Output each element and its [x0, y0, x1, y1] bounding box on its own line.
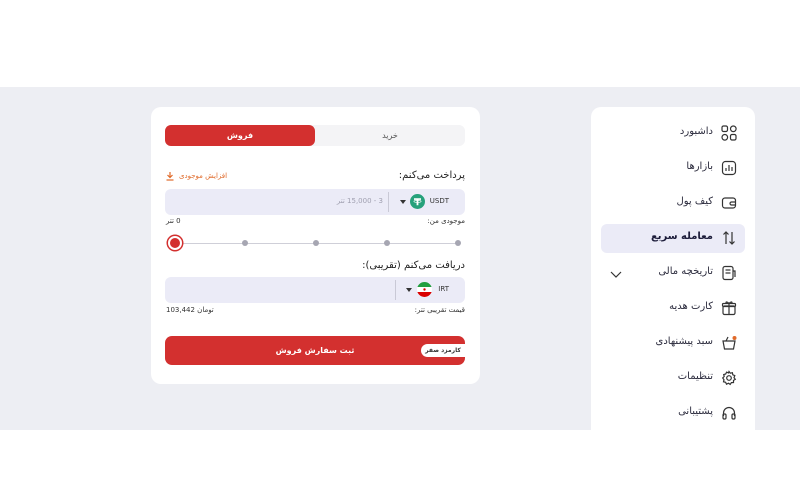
quick-trade-card: فروش خرید پرداخت می‌کنم: افزایش موجودی 3… [151, 107, 480, 384]
wallet-icon [721, 197, 737, 209]
receive-currency-code[interactable]: IRT [438, 285, 449, 293]
sidebar-item-wallet[interactable]: کیف پول [601, 189, 745, 218]
caret-down-icon[interactable] [400, 200, 406, 204]
trade-tabs: فروش خرید [165, 125, 465, 146]
grid-icon [721, 125, 737, 141]
gear-icon [721, 370, 737, 386]
field-divider [395, 280, 396, 300]
sidebar-item-label: معامله سریع [650, 231, 713, 242]
balance-value: 0 تتر [166, 217, 181, 225]
add-balance-link[interactable]: افزایش موجودی [179, 172, 227, 180]
slider-step[interactable] [313, 240, 319, 246]
download-icon[interactable] [165, 171, 175, 181]
sidebar-item-financial-history[interactable]: تاریخچه مالی [601, 259, 745, 288]
sidebar-item-label: تنظیمات [677, 371, 713, 382]
pay-title: پرداخت می‌کنم: [398, 170, 465, 181]
receive-amount-field[interactable]: IRT [165, 277, 465, 303]
sidebar-item-gift-card[interactable]: کارت هدیه [601, 294, 745, 323]
history-icon [722, 265, 736, 281]
caret-down-icon[interactable] [406, 288, 412, 292]
page-bottom [0, 430, 800, 500]
price-value: 103,442 تومان [166, 306, 214, 314]
sidebar-item-label: داشبورد [679, 126, 713, 137]
sidebar-item-suggested-basket[interactable]: سبد پیشنهادی [601, 329, 745, 358]
sidebar-item-label: بازارها [686, 161, 713, 172]
balance-label: موجودی من: [427, 217, 465, 225]
tab-sell[interactable]: فروش [165, 125, 315, 146]
headset-icon [722, 406, 736, 420]
sidebar-item-label: سبد پیشنهادی [655, 336, 714, 347]
pay-amount-placeholder: 3 - 15,000 تتر [336, 197, 383, 205]
sidebar: داشبورد بازارها کیف پول معامله سریع تاری… [591, 107, 755, 430]
slider-step[interactable] [455, 240, 461, 246]
gift-icon [721, 301, 737, 316]
sidebar-item-label: کارت هدیه [669, 301, 713, 312]
tab-buy[interactable]: خرید [315, 125, 465, 146]
top-header [0, 0, 800, 87]
sidebar-item-label: تاریخچه مالی [658, 266, 713, 277]
slider-step[interactable] [242, 240, 248, 246]
chevron-down-icon[interactable] [609, 267, 623, 281]
sidebar-item-label: کیف پول [676, 196, 713, 207]
swap-icon [723, 231, 735, 245]
chart-icon [721, 160, 737, 176]
slider-step[interactable] [384, 240, 390, 246]
pay-currency-code[interactable]: USDT [430, 197, 449, 205]
submit-sell-order-button[interactable]: ثبت سفارش فروش کارمزد صفر [165, 336, 465, 365]
sidebar-item-markets[interactable]: بازارها [601, 154, 745, 183]
price-label: قیمت تقریبی تتر: [414, 306, 465, 314]
field-divider [388, 192, 389, 212]
iran-flag-icon [417, 282, 432, 297]
pay-amount-field[interactable]: 3 - 15,000 تتر USDT [165, 189, 465, 215]
sidebar-item-settings[interactable]: تنظیمات [601, 364, 745, 393]
zero-fee-badge: کارمزد صفر [421, 344, 465, 357]
basket-icon [722, 336, 737, 350]
sidebar-item-support[interactable]: پشتیبانی [601, 399, 745, 428]
tether-icon [410, 194, 425, 209]
sidebar-item-label: پشتیبانی [678, 406, 713, 417]
sidebar-item-quick-trade[interactable]: معامله سریع [601, 224, 745, 253]
submit-label: ثبت سفارش فروش [275, 346, 355, 355]
slider-thumb[interactable] [168, 236, 182, 250]
receive-title: دریافت می‌کنم (تقریبی): [362, 260, 465, 271]
sidebar-item-dashboard[interactable]: داشبورد [601, 119, 745, 148]
